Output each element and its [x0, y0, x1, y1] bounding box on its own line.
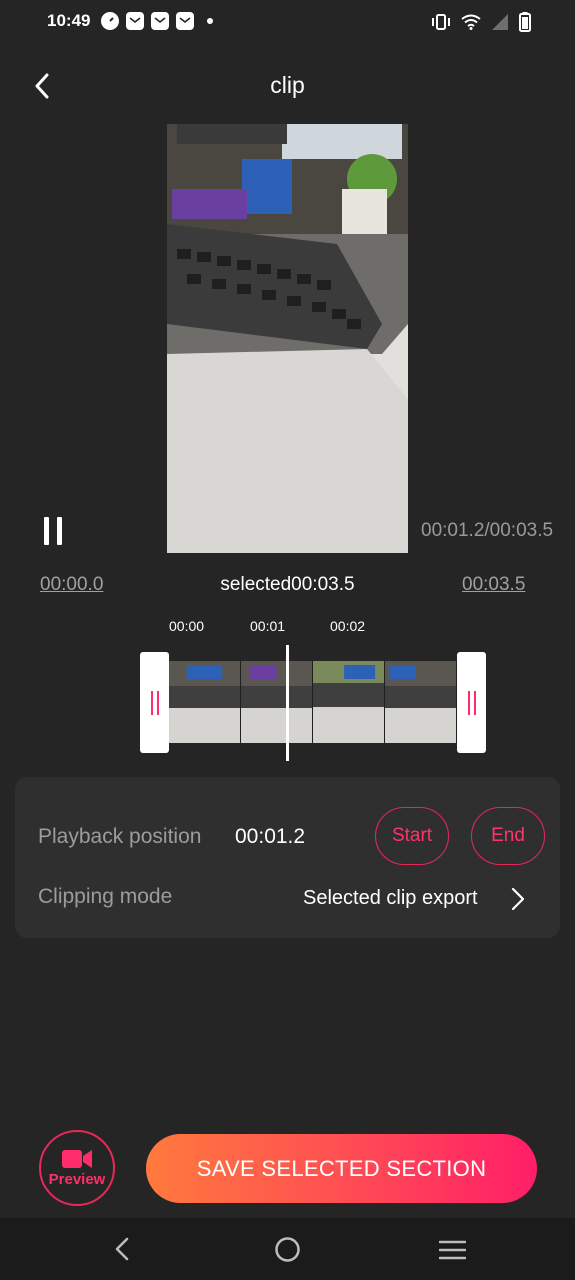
chevron-right-icon[interactable] [508, 885, 528, 913]
clipping-mode-value[interactable]: Selected clip export [303, 887, 478, 910]
page-title: clip [270, 72, 305, 98]
filmstrip-frame [313, 661, 385, 743]
filmstrip-frame [385, 661, 457, 743]
clip-settings-card [15, 777, 560, 938]
set-end-button[interactable]: End [471, 807, 545, 865]
pause-icon [44, 517, 49, 545]
playback-time-readout: 00:01.2/00:03.5 [421, 520, 554, 541]
trim-start-handle[interactable] [140, 652, 169, 753]
status-time: 10:49 [47, 11, 91, 30]
save-selected-section-button[interactable]: SAVE SELECTED SECTION [146, 1134, 537, 1203]
wifi-icon [461, 14, 481, 30]
video-camera-icon [62, 1150, 92, 1168]
clipping-mode-label: Clipping mode [38, 885, 173, 908]
mail-icon [151, 12, 169, 30]
speed-icon [101, 12, 119, 30]
timeline-tick: 00:01 [250, 618, 286, 634]
trim-end-handle[interactable] [457, 652, 486, 753]
timeline-tick: 00:00 [169, 618, 205, 634]
nav-home-icon[interactable] [274, 1236, 301, 1263]
status-icons-left [101, 12, 213, 30]
range-end-time[interactable]: 00:03.5 [462, 574, 525, 596]
video-preview[interactable] [167, 124, 408, 553]
pause-button[interactable] [38, 514, 68, 548]
preview-button[interactable]: Preview [39, 1130, 115, 1206]
grip-icon [150, 690, 153, 715]
signal-icon [492, 14, 508, 30]
playback-position-value: 00:01.2 [235, 825, 306, 848]
system-nav-bar [0, 1218, 575, 1280]
playhead[interactable] [286, 645, 289, 761]
mail-icon [176, 12, 194, 30]
nav-menu-icon[interactable] [439, 1239, 466, 1261]
playback-position-label: Playback position [38, 825, 202, 848]
filmstrip[interactable] [169, 661, 457, 743]
set-start-button[interactable]: Start [375, 807, 449, 865]
timeline-trimmer[interactable] [140, 652, 486, 753]
grip-icon [467, 690, 470, 715]
status-icons-right [431, 12, 531, 32]
nav-back-icon[interactable] [112, 1237, 132, 1261]
preview-label: Preview [48, 1171, 106, 1188]
filmstrip-frame [169, 661, 241, 743]
vibrate-icon [432, 14, 450, 30]
timeline-tick: 00:02 [330, 618, 366, 634]
battery-icon [519, 12, 531, 32]
filmstrip-frame [241, 661, 313, 743]
dot-icon [207, 18, 213, 24]
mail-icon [126, 12, 144, 30]
